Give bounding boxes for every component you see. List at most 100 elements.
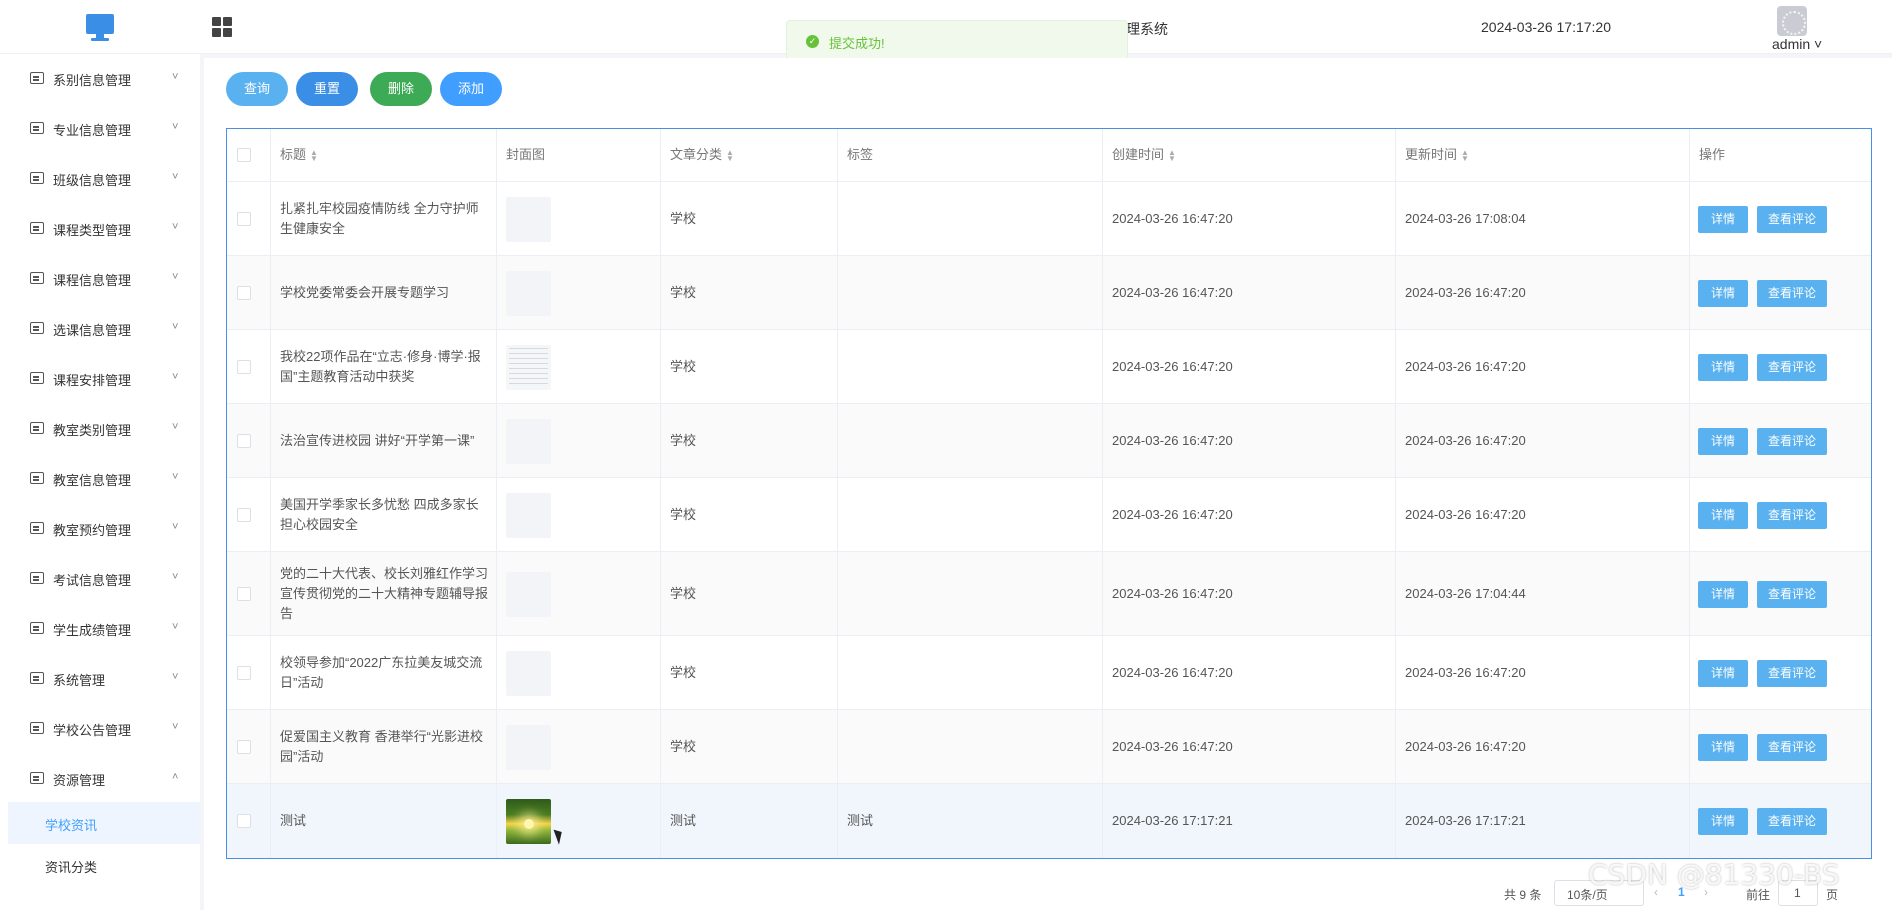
sidebar-item[interactable]: 选课信息管理 ˅ bbox=[0, 304, 200, 354]
sidebar-subitem[interactable]: 资讯分类 bbox=[8, 844, 200, 886]
row-checkbox[interactable] bbox=[237, 285, 251, 300]
cover-thumbnail[interactable] bbox=[506, 344, 551, 390]
view-comments-button[interactable]: 查看评论 bbox=[1757, 353, 1827, 381]
view-comments-button[interactable]: 查看评论 bbox=[1757, 279, 1827, 307]
sidebar-item[interactable]: 班级信息管理 ˅ bbox=[0, 154, 200, 204]
select-all-checkbox[interactable] bbox=[237, 148, 251, 162]
sidebar-subitem[interactable]: 学校资讯 bbox=[8, 802, 200, 844]
cover-thumbnail[interactable] bbox=[506, 270, 551, 316]
user-avatar[interactable] bbox=[1777, 6, 1807, 36]
sort-icon[interactable]: ▲ ▼ bbox=[1168, 148, 1176, 162]
sidebar-item[interactable]: 资源管理 ˄ bbox=[0, 754, 200, 804]
view-comments-button[interactable]: 查看评论 bbox=[1757, 580, 1827, 608]
detail-button[interactable]: 详情 bbox=[1698, 808, 1748, 835]
row-actions-cell: 详情 查看评论 bbox=[1690, 478, 1871, 551]
row-tags-cell bbox=[838, 404, 1103, 477]
sort-icon[interactable]: ▲ ▼ bbox=[1461, 148, 1469, 162]
row-created: 2024-03-26 16:47:20 bbox=[1112, 738, 1233, 754]
row-checkbox[interactable] bbox=[237, 586, 251, 601]
cover-thumbnail[interactable] bbox=[506, 724, 551, 770]
table-row[interactable]: 党的二十大代表、校长刘雅红作学习宣传贯彻党的二十大精神专题辅导报告 学校 2024-… bbox=[227, 552, 1871, 636]
view-comments-button[interactable]: 查看评论 bbox=[1757, 733, 1827, 761]
sidebar-item[interactable]: 教室类别管理 ˅ bbox=[0, 404, 200, 454]
table-row[interactable]: 美国开学季家长多忧愁 四成多家长担心校园安全 学校 2024-03-26 16:47… bbox=[227, 478, 1871, 552]
apps-grid-icon[interactable] bbox=[212, 17, 232, 37]
table-row[interactable]: 扎紧扎牢校园疫情防线 全力守护师生健康安全 学校 2024-03-26 16:47:… bbox=[227, 182, 1871, 256]
detail-button[interactable]: 详情 bbox=[1698, 353, 1748, 381]
user-menu-dropdown[interactable]: admin ˅ bbox=[1772, 36, 1822, 52]
sort-icon[interactable]: ▲ ▼ bbox=[310, 148, 318, 162]
table-row[interactable]: 法治宣传进校园 讲好“开学第一课” 学校 2024-03-26 16:47:20 20… bbox=[227, 404, 1871, 478]
row-category: 学校 bbox=[670, 585, 697, 601]
row-checkbox[interactable] bbox=[237, 507, 251, 522]
view-comments-button[interactable]: 查看评论 bbox=[1757, 808, 1827, 835]
query-button[interactable]: 查询 bbox=[226, 72, 288, 106]
view-comments-button[interactable]: 查看评论 bbox=[1757, 427, 1827, 455]
table-row[interactable]: 校领导参加“2022广东拉美友城交流日”活动 学校 2024-03-26 16:47… bbox=[227, 636, 1871, 710]
row-checkbox[interactable] bbox=[237, 433, 251, 448]
table-row[interactable]: 学校党委常委会开展专题学习 学校 2024-03-26 16:47:20 2024-0… bbox=[227, 256, 1871, 330]
row-checkbox[interactable] bbox=[237, 359, 251, 374]
delete-button[interactable]: 删除 bbox=[370, 72, 432, 106]
cover-thumbnail[interactable] bbox=[506, 418, 551, 464]
table-row[interactable]: 我校22项作品在“立志·修身·博学·报国”主题教育活动中获奖 学校 2024-03-… bbox=[227, 330, 1871, 404]
chevron-icon: ˅ bbox=[172, 571, 179, 583]
col-updated-header[interactable]: 更新时间 ▲ ▼ bbox=[1405, 145, 1681, 165]
sidebar-item[interactable]: 课程安排管理 ˅ bbox=[0, 354, 200, 404]
row-tags-cell bbox=[838, 636, 1103, 709]
add-button[interactable]: 添加 bbox=[440, 72, 502, 106]
row-checkbox[interactable] bbox=[237, 814, 251, 828]
reset-button[interactable]: 重置 bbox=[296, 72, 358, 106]
row-checkbox[interactable] bbox=[237, 665, 251, 680]
row-checkbox[interactable] bbox=[237, 211, 251, 226]
view-comments-button[interactable]: 查看评论 bbox=[1757, 205, 1827, 233]
col-category-header[interactable]: 文章分类 ▲ ▼ bbox=[670, 145, 829, 165]
cover-thumbnail[interactable] bbox=[506, 571, 551, 617]
sidebar-item[interactable]: 学生成绩管理 ˅ bbox=[0, 604, 200, 654]
row-updated: 2024-03-26 16:47:20 bbox=[1405, 664, 1526, 680]
table-row[interactable]: 测试 测试 测试 2024-03-26 17:17:21 2024-03-26 17:1… bbox=[227, 784, 1871, 858]
sidebar-item[interactable]: 系统管理 ˅ bbox=[0, 654, 200, 704]
row-title-cell: 扎紧扎牢校园疫情防线 全力守护师生健康安全 bbox=[271, 182, 497, 255]
sidebar-item-label: 学校公告管理 bbox=[53, 723, 132, 738]
cover-thumbnail[interactable] bbox=[506, 196, 551, 242]
view-comments-button[interactable]: 查看评论 bbox=[1757, 659, 1827, 687]
sidebar-item[interactable]: 学校公告管理 ˅ bbox=[0, 704, 200, 754]
sidebar-item-label: 教室预约管理 bbox=[53, 523, 132, 538]
sidebar-item[interactable]: 教室信息管理 ˅ bbox=[0, 454, 200, 504]
row-category-cell: 学校 bbox=[661, 256, 838, 329]
col-created-header[interactable]: 创建时间 ▲ ▼ bbox=[1112, 145, 1387, 165]
cover-thumbnail[interactable] bbox=[506, 650, 551, 696]
row-created: 2024-03-26 16:47:20 bbox=[1112, 358, 1233, 374]
detail-button[interactable]: 详情 bbox=[1698, 279, 1748, 307]
table-row[interactable]: 促爱国主义教育 香港举行“光影进校园”活动 学校 2024-03-26 16:47:… bbox=[227, 710, 1871, 784]
row-cover-cell bbox=[497, 182, 661, 255]
view-comments-button[interactable]: 查看评论 bbox=[1757, 501, 1827, 529]
detail-button[interactable]: 详情 bbox=[1698, 733, 1748, 761]
row-cover-cell bbox=[497, 404, 661, 477]
row-cover-cell bbox=[497, 784, 661, 858]
sidebar-item[interactable]: 课程类型管理 ˅ bbox=[0, 204, 200, 254]
detail-button[interactable]: 详情 bbox=[1698, 205, 1748, 233]
detail-button[interactable]: 详情 bbox=[1698, 427, 1748, 455]
sidebar-item[interactable]: 课程信息管理 ˅ bbox=[0, 254, 200, 304]
cover-thumbnail[interactable] bbox=[506, 492, 551, 538]
sidebar-item-label: 资源管理 bbox=[53, 773, 106, 788]
sidebar-item[interactable]: 考试信息管理 ˅ bbox=[0, 554, 200, 604]
row-checkbox-cell bbox=[227, 478, 271, 551]
chevron-icon: ˅ bbox=[172, 721, 179, 733]
row-updated-cell: 2024-03-26 16:47:20 bbox=[1396, 710, 1690, 783]
detail-button[interactable]: 详情 bbox=[1698, 659, 1748, 687]
detail-button[interactable]: 详情 bbox=[1698, 501, 1748, 529]
row-category-cell: 学校 bbox=[661, 710, 838, 783]
row-checkbox[interactable] bbox=[237, 739, 251, 754]
table-header-row: 标题 ▲ ▼ 封面图 文章分类 ▲ ▼ 标签 创建时间 ▲ ▼ 更新时间 ▲ ▼ 操作 bbox=[227, 129, 1871, 182]
sort-icon[interactable]: ▲ ▼ bbox=[726, 148, 734, 162]
col-title-header[interactable]: 标题 ▲ ▼ bbox=[280, 145, 488, 165]
cover-thumbnail[interactable] bbox=[506, 799, 551, 844]
sidebar-item[interactable]: 专业信息管理 ˅ bbox=[0, 104, 200, 154]
detail-button[interactable]: 详情 bbox=[1698, 580, 1748, 608]
menu-doc-icon bbox=[30, 222, 44, 234]
sidebar-item[interactable]: 教室预约管理 ˅ bbox=[0, 504, 200, 554]
sidebar-item[interactable]: 系别信息管理 ˅ bbox=[0, 54, 200, 104]
